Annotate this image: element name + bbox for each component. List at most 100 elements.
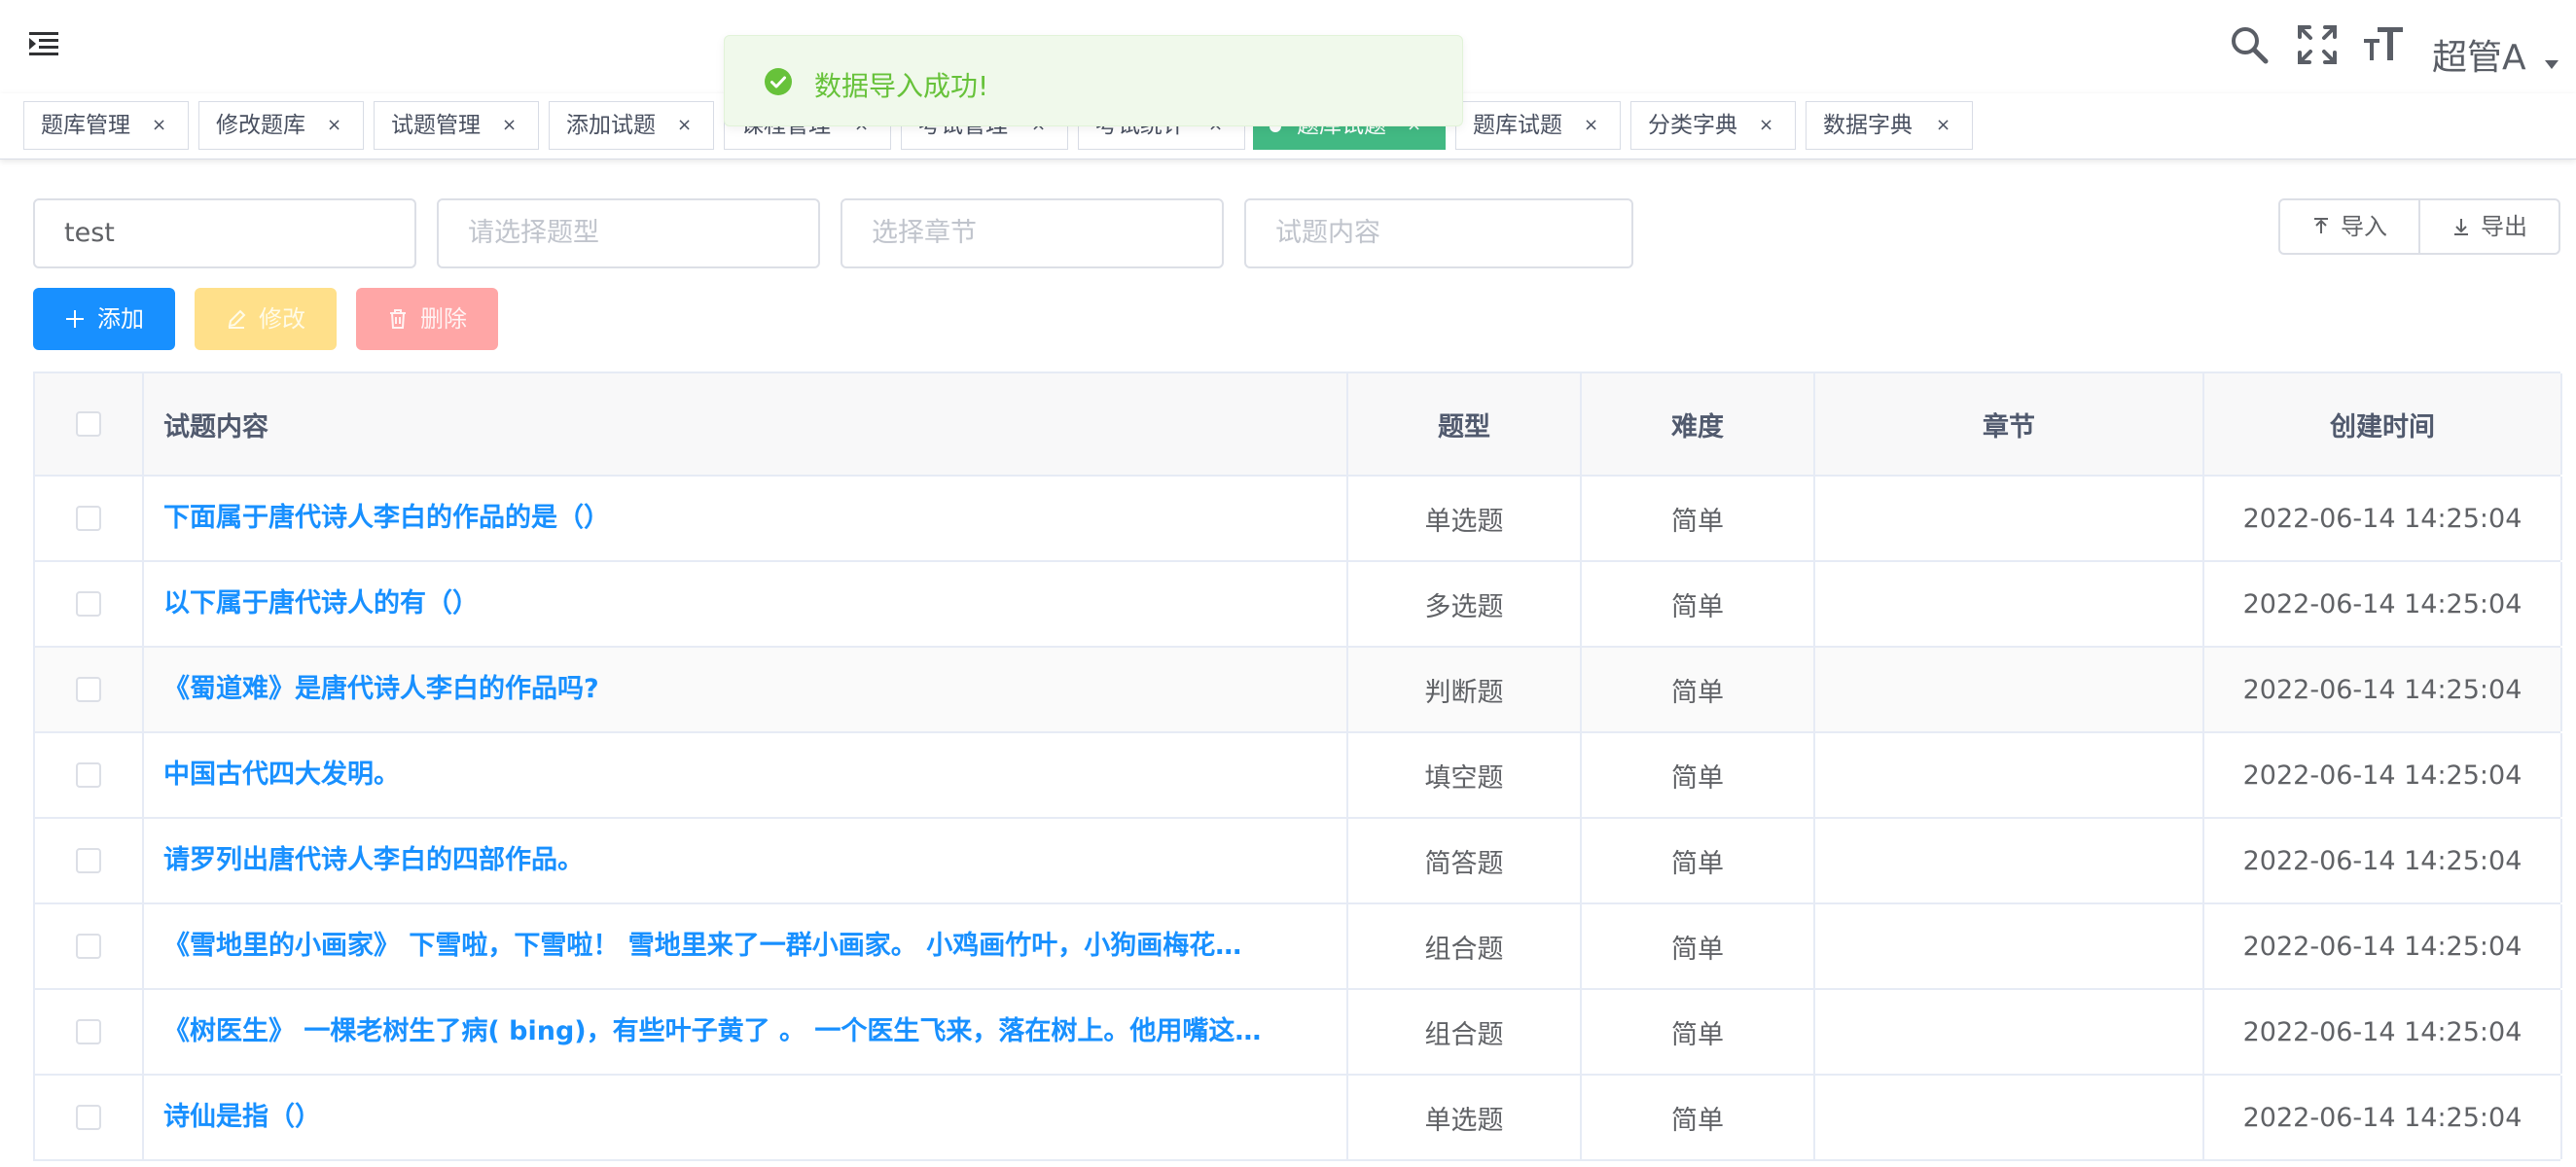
table-row[interactable]: 请罗列出唐代诗人李白的四部作品。 简答题 简单 2022-06-14 14:25…	[35, 819, 2562, 904]
row-checkbox[interactable]	[76, 677, 101, 702]
check-circle-icon	[764, 67, 793, 96]
type-cell: 简答题	[1348, 819, 1582, 902]
question-table: 试题内容 题型 难度 章节 创建时间 下面属于唐代诗人李白的作品的是（） 单选题…	[33, 371, 2562, 1161]
row-checkbox[interactable]	[76, 1019, 101, 1044]
select-all-checkbox[interactable]	[76, 411, 101, 437]
difficulty-cell: 简单	[1582, 562, 1815, 646]
tag-data-dict[interactable]: 数据字典 ×	[1806, 101, 1973, 150]
difficulty-cell: 简单	[1582, 477, 1815, 560]
content-cell: 《树医生》 一棵老树生了病( bing)，有些叶子黄了 。 一个医生飞来，落在树…	[144, 990, 1348, 1074]
header-chapter[interactable]: 章节	[1815, 373, 2204, 475]
bank-select[interactable]: test	[33, 198, 416, 268]
type-cell: 多选题	[1348, 562, 1582, 646]
header-type[interactable]: 题型	[1348, 373, 1582, 475]
close-icon[interactable]: ×	[1936, 102, 1950, 149]
question-link[interactable]: 请罗列出唐代诗人李白的四部作品。	[163, 819, 584, 902]
tag-add-question[interactable]: 添加试题 ×	[549, 101, 714, 150]
close-icon[interactable]: ×	[152, 102, 166, 149]
question-link[interactable]: 下面属于唐代诗人李白的作品的是（）	[163, 477, 610, 560]
question-link[interactable]: 诗仙是指（）	[163, 1076, 321, 1159]
chapter-cell	[1815, 733, 2204, 817]
caret-down-icon[interactable]	[2545, 60, 2558, 69]
tag-bank-questions[interactable]: 题库试题 ×	[1455, 101, 1621, 150]
question-link[interactable]: 《树医生》 一棵老树生了病( bing)，有些叶子黄了 。 一个医生飞来，落在树…	[163, 990, 1261, 1074]
tag-edit-bank[interactable]: 修改题库 ×	[198, 101, 364, 150]
tag-question-manage[interactable]: 试题管理 ×	[374, 101, 539, 150]
delete-button[interactable]: 删除	[356, 288, 498, 350]
close-icon[interactable]: ×	[677, 102, 692, 149]
content-cell: 中国古代四大发明。	[144, 733, 1348, 817]
export-button[interactable]: 导出	[2418, 198, 2560, 255]
table-row[interactable]: 中国古代四大发明。 填空题 简单 2022-06-14 14:25:04	[35, 733, 2562, 819]
content-cell: 下面属于唐代诗人李白的作品的是（）	[144, 477, 1348, 560]
header-checkbox-cell	[35, 373, 144, 475]
fullscreen-icon[interactable]	[2296, 23, 2339, 66]
type-cell: 单选题	[1348, 477, 1582, 560]
import-button[interactable]: 导入	[2278, 198, 2420, 255]
chapter-placeholder: 选择章节	[872, 218, 977, 248]
toast-message: 数据导入成功!	[814, 70, 989, 102]
header-content[interactable]: 试题内容	[144, 373, 1348, 475]
table-row[interactable]: 《树医生》 一棵老树生了病( bing)，有些叶子黄了 。 一个医生飞来，落在树…	[35, 990, 2562, 1076]
type-cell: 组合题	[1348, 904, 1582, 988]
question-link[interactable]: 《雪地里的小画家》 下雪啦，下雪啦！ 雪地里来了一群小画家。 小鸡画竹叶，小狗画…	[163, 904, 1241, 988]
close-icon[interactable]: ×	[327, 102, 341, 149]
row-checkbox[interactable]	[76, 506, 101, 531]
upload-icon	[2314, 218, 2328, 233]
close-icon[interactable]: ×	[1584, 102, 1598, 149]
created-cell: 2022-06-14 14:25:04	[2204, 819, 2562, 902]
row-checkbox-cell	[35, 477, 144, 560]
content-input[interactable]: 试题内容	[1244, 198, 1633, 268]
row-checkbox[interactable]	[76, 591, 101, 617]
tag-label: 题库试题	[1473, 113, 1562, 138]
row-checkbox[interactable]	[76, 762, 101, 788]
content-cell: 《雪地里的小画家》 下雪啦，下雪啦！ 雪地里来了一群小画家。 小鸡画竹叶，小狗画…	[144, 904, 1348, 988]
header-difficulty[interactable]: 难度	[1582, 373, 1815, 475]
difficulty-cell: 简单	[1582, 733, 1815, 817]
download-icon	[2454, 219, 2468, 235]
chapter-select[interactable]: 选择章节	[841, 198, 1224, 268]
font-size-icon[interactable]	[2362, 23, 2405, 66]
tag-category-dict[interactable]: 分类字典 ×	[1630, 101, 1796, 150]
content-cell: 诗仙是指（）	[144, 1076, 1348, 1159]
add-button[interactable]: 添加	[33, 288, 175, 350]
content-cell: 以下属于唐代诗人的有（）	[144, 562, 1348, 646]
question-link[interactable]: 《蜀道难》是唐代诗人李白的作品吗?	[163, 648, 599, 731]
table-row[interactable]: 以下属于唐代诗人的有（） 多选题 简单 2022-06-14 14:25:04	[35, 562, 2562, 648]
table-row[interactable]: 《雪地里的小画家》 下雪啦，下雪啦！ 雪地里来了一群小画家。 小鸡画竹叶，小狗画…	[35, 904, 2562, 990]
difficulty-cell: 简单	[1582, 648, 1815, 731]
chapter-cell	[1815, 1076, 2204, 1159]
row-checkbox-cell	[35, 1076, 144, 1159]
question-type-placeholder: 请选择题型	[468, 218, 599, 248]
created-cell: 2022-06-14 14:25:04	[2204, 562, 2562, 646]
content-placeholder: 试题内容	[1275, 218, 1380, 248]
created-cell: 2022-06-14 14:25:04	[2204, 733, 2562, 817]
table-row[interactable]: 诗仙是指（） 单选题 简单 2022-06-14 14:25:04	[35, 1076, 2562, 1161]
table-row[interactable]: 《蜀道难》是唐代诗人李白的作品吗? 判断题 简单 2022-06-14 14:2…	[35, 648, 2562, 733]
trash-icon	[390, 309, 406, 329]
row-checkbox[interactable]	[76, 1105, 101, 1130]
header-created[interactable]: 创建时间	[2204, 373, 2562, 475]
difficulty-cell: 简单	[1582, 904, 1815, 988]
close-icon[interactable]: ×	[1759, 102, 1773, 149]
search-icon[interactable]	[2228, 23, 2271, 66]
table-header-row: 试题内容 题型 难度 章节 创建时间	[35, 373, 2562, 477]
question-type-select[interactable]: 请选择题型	[437, 198, 820, 268]
question-link[interactable]: 中国古代四大发明。	[163, 733, 400, 817]
question-link[interactable]: 以下属于唐代诗人的有（）	[163, 562, 479, 646]
tag-question-bank[interactable]: 题库管理 ×	[23, 101, 189, 150]
user-name[interactable]: 超管A	[2432, 29, 2526, 80]
row-checkbox[interactable]	[76, 848, 101, 873]
close-icon[interactable]: ×	[502, 102, 517, 149]
created-cell: 2022-06-14 14:25:04	[2204, 990, 2562, 1074]
success-toast: 数据导入成功!	[724, 35, 1463, 126]
edit-button[interactable]: 修改	[195, 288, 337, 350]
type-cell: 单选题	[1348, 1076, 1582, 1159]
row-checkbox[interactable]	[76, 934, 101, 959]
difficulty-cell: 简单	[1582, 1076, 1815, 1159]
row-checkbox-cell	[35, 904, 144, 988]
chapter-cell	[1815, 477, 2204, 560]
table-row[interactable]: 下面属于唐代诗人李白的作品的是（） 单选题 简单 2022-06-14 14:2…	[35, 477, 2562, 562]
hamburger-icon[interactable]	[27, 27, 60, 60]
edit-label: 修改	[259, 305, 305, 333]
